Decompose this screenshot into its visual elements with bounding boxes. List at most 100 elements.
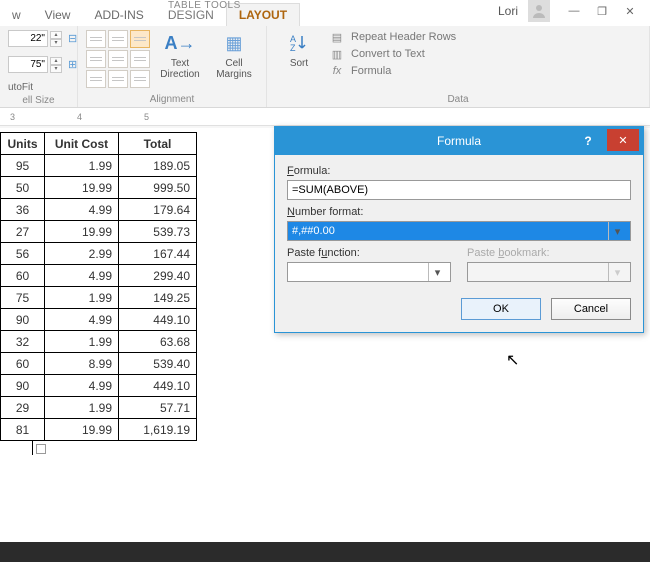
row-height-input[interactable] — [8, 30, 48, 47]
col-unitcost[interactable]: Unit Cost — [45, 133, 119, 155]
formula-button[interactable]: fx Formula — [329, 64, 456, 78]
table-row[interactable]: 904.99449.10 — [1, 375, 197, 397]
height-up[interactable]: ▴ — [50, 31, 62, 39]
table-cell[interactable]: 449.10 — [119, 309, 197, 331]
text-direction-button[interactable]: A→ Text Direction — [156, 30, 204, 80]
repeat-header-button[interactable]: ▤ Repeat Header Rows — [329, 30, 456, 44]
table-cell[interactable]: 90 — [1, 375, 45, 397]
table-row[interactable]: 2719.99539.73 — [1, 221, 197, 243]
table-resize-handle[interactable] — [36, 444, 46, 454]
table-cell[interactable]: 449.10 — [119, 375, 197, 397]
minimize-button[interactable]: ― — [560, 0, 588, 22]
table-cell[interactable]: 95 — [1, 155, 45, 177]
align-top-right[interactable] — [130, 30, 150, 48]
paste-function-combo[interactable]: ▾ — [287, 262, 451, 282]
cell-margins-button[interactable]: ▦ Cell Margins — [210, 30, 258, 80]
table-cell[interactable]: 539.73 — [119, 221, 197, 243]
tab-partial[interactable]: w — [0, 4, 33, 26]
table-cell[interactable]: 36 — [1, 199, 45, 221]
table-cell[interactable]: 60 — [1, 353, 45, 375]
chevron-down-icon[interactable]: ▾ — [428, 263, 446, 281]
table-cell[interactable]: 299.40 — [119, 265, 197, 287]
horizontal-ruler[interactable]: 3 4 5 — [0, 108, 650, 126]
table-cell[interactable]: 4.99 — [45, 309, 119, 331]
avatar[interactable] — [528, 0, 550, 22]
table-cell[interactable]: 27 — [1, 221, 45, 243]
tab-view[interactable]: View — [33, 4, 83, 26]
cancel-button[interactable]: Cancel — [551, 298, 631, 320]
table-cell[interactable]: 81 — [1, 419, 45, 441]
ok-button[interactable]: OK — [461, 298, 541, 320]
align-top-center[interactable] — [108, 30, 128, 48]
close-button[interactable]: ✕ — [616, 0, 644, 22]
table-cell[interactable]: 1.99 — [45, 397, 119, 419]
distribute-rows-icon[interactable]: ⊟ — [68, 32, 77, 45]
table-cell[interactable]: 4.99 — [45, 265, 119, 287]
align-bot-left[interactable] — [86, 70, 106, 88]
table-row[interactable]: 291.9957.71 — [1, 397, 197, 419]
number-format-combo[interactable]: #,##0.00 ▾ — [287, 221, 631, 241]
table-cell[interactable]: 32 — [1, 331, 45, 353]
align-bot-center[interactable] — [108, 70, 128, 88]
table-cell[interactable]: 56 — [1, 243, 45, 265]
dialog-help-button[interactable]: ? — [573, 127, 603, 155]
table-row[interactable]: 604.99299.40 — [1, 265, 197, 287]
align-bot-right[interactable] — [130, 70, 150, 88]
table-cell[interactable]: 167.44 — [119, 243, 197, 265]
table-cell[interactable]: 90 — [1, 309, 45, 331]
table-cell[interactable]: 4.99 — [45, 375, 119, 397]
table-cell[interactable]: 4.99 — [45, 199, 119, 221]
table-cell[interactable]: 1.99 — [45, 287, 119, 309]
col-units[interactable]: Units — [1, 133, 45, 155]
table-cell[interactable]: 539.40 — [119, 353, 197, 375]
distribute-cols-icon[interactable]: ⊞ — [68, 58, 77, 71]
table-cell[interactable]: 1,619.19 — [119, 419, 197, 441]
table-cell[interactable]: 19.99 — [45, 221, 119, 243]
sort-button[interactable]: AZ Sort — [275, 30, 323, 69]
table-cell[interactable]: 19.99 — [45, 419, 119, 441]
height-down[interactable]: ▾ — [50, 39, 62, 47]
table-cell[interactable]: 999.50 — [119, 177, 197, 199]
table-row[interactable]: 608.99539.40 — [1, 353, 197, 375]
col-width-input[interactable] — [8, 56, 48, 73]
convert-text-button[interactable]: ▥ Convert to Text — [329, 47, 456, 61]
table-row[interactable]: 364.99179.64 — [1, 199, 197, 221]
table-cell[interactable]: 60 — [1, 265, 45, 287]
table-cell[interactable]: 63.68 — [119, 331, 197, 353]
user-name[interactable]: Lori — [494, 2, 522, 20]
tab-addins[interactable]: ADD-INS — [82, 4, 155, 26]
table-cell[interactable]: 8.99 — [45, 353, 119, 375]
table-row[interactable]: 8119.991,619.19 — [1, 419, 197, 441]
width-up[interactable]: ▴ — [50, 57, 62, 65]
table-cell[interactable]: 57.71 — [119, 397, 197, 419]
formula-input[interactable] — [287, 180, 631, 200]
table-cell[interactable]: 149.25 — [119, 287, 197, 309]
width-down[interactable]: ▾ — [50, 65, 62, 73]
align-mid-left[interactable] — [86, 50, 106, 68]
table-cell[interactable]: 179.64 — [119, 199, 197, 221]
table-cell[interactable]: 1.99 — [45, 331, 119, 353]
table-row[interactable]: 562.99167.44 — [1, 243, 197, 265]
align-top-left[interactable] — [86, 30, 106, 48]
table-cell[interactable]: 189.05 — [119, 155, 197, 177]
data-table[interactable]: Units Unit Cost Total 951.99189.055019.9… — [0, 132, 197, 441]
align-mid-center[interactable] — [108, 50, 128, 68]
table-cell[interactable]: 2.99 — [45, 243, 119, 265]
dialog-close-button[interactable]: ✕ — [607, 129, 639, 151]
restore-button[interactable]: ❐ — [588, 0, 616, 22]
table-cell[interactable]: 50 — [1, 177, 45, 199]
table-cell[interactable]: 29 — [1, 397, 45, 419]
chevron-down-icon[interactable]: ▾ — [608, 222, 626, 240]
table-row[interactable]: 904.99449.10 — [1, 309, 197, 331]
table-row[interactable]: 321.9963.68 — [1, 331, 197, 353]
table-row[interactable]: 5019.99999.50 — [1, 177, 197, 199]
dialog-titlebar[interactable]: Formula ? ✕ — [275, 127, 643, 155]
autofit-label[interactable]: utoFit — [8, 82, 33, 93]
col-total[interactable]: Total — [119, 133, 197, 155]
table-cell[interactable]: 1.99 — [45, 155, 119, 177]
table-row[interactable]: 751.99149.25 — [1, 287, 197, 309]
table-cell[interactable]: 19.99 — [45, 177, 119, 199]
table-cell[interactable]: 75 — [1, 287, 45, 309]
align-mid-right[interactable] — [130, 50, 150, 68]
table-row[interactable]: 951.99189.05 — [1, 155, 197, 177]
